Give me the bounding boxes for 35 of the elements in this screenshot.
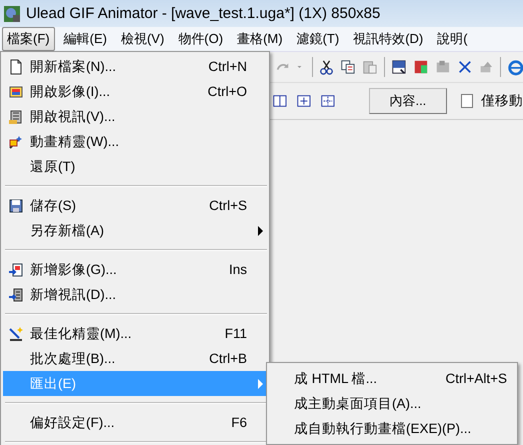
checkbox-label: 僅移動 [481,92,523,110]
menu-bar-item[interactable]: 檢視(V) [116,27,170,51]
submenu-arrow-icon [258,226,263,236]
menu-item[interactable]: 成主動桌面項目(A)... [267,391,517,416]
page-icon [8,58,24,74]
window-title: Ulead GIF Animator - [wave_test.1.uga*] (1X) 850x85 [26,5,380,22]
copy-icon[interactable] [340,58,356,76]
menu-bar-item[interactable]: 視訊特效(D) [348,27,428,51]
menu-bar-item[interactable]: 編輯(E) [58,27,112,51]
menu-item[interactable]: 批次處理(B)... Ctrl+B [3,346,269,371]
scissors-icon[interactable] [318,58,334,76]
add-image-icon [8,262,24,278]
menu-item[interactable]: 偏好設定(F)... F6 [3,410,269,435]
menu-item[interactable]: 成自動執行動畫檔(EXE)(P)... [267,416,517,441]
menu-item[interactable]: 另存新檔(A) [3,218,269,243]
menu-item[interactable]: 新增影像(G)... Ins [3,257,269,282]
menu-item[interactable]: 開新檔案(N)... Ctrl+N [3,54,269,79]
move-only-checkbox[interactable] [460,94,473,108]
menu-item[interactable]: 開啟影像(I)... Ctrl+O [3,79,269,104]
menu-item[interactable]: 還原(T) [3,154,269,179]
menu-item[interactable]: 儲存(S) Ctrl+S [3,193,269,218]
menu-item[interactable]: 開啟視訊(V)... [3,104,269,129]
menu-item[interactable]: 動畫精靈(W)... [3,129,269,154]
menu-item[interactable]: 新增視訊(D)... [3,282,269,307]
menu-bar-item[interactable]: 畫格(M) [232,27,288,51]
app-icon [2,4,22,24]
properties-button[interactable]: 內容... [369,88,446,114]
menu-bar-item[interactable]: 說明( [432,27,473,51]
menu-item[interactable]: 最佳化精靈(M)... F11 [3,321,269,346]
frame-icon[interactable] [391,58,407,76]
menu-bar-item[interactable]: 檔案(F) [2,27,55,51]
menu-bar-item[interactable]: 濾鏡(T) [292,27,344,51]
menu-bar-item[interactable]: 物件(O) [173,27,228,51]
menu-item[interactable]: 成 HTML 檔... Ctrl+Alt+S [267,366,517,391]
floppy-icon [8,198,24,214]
